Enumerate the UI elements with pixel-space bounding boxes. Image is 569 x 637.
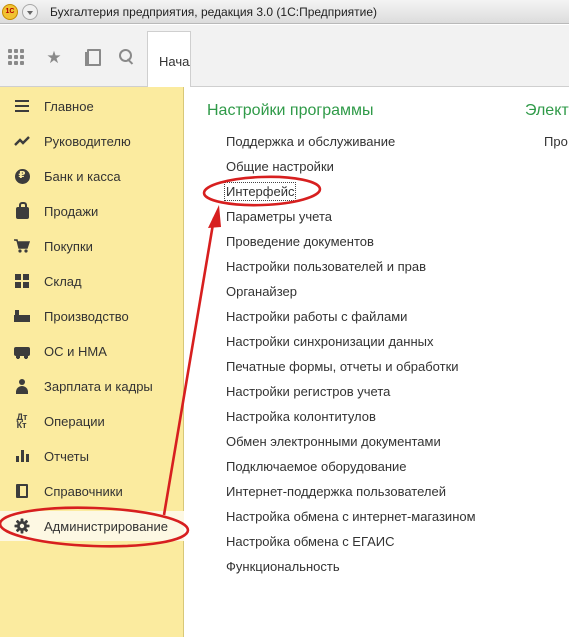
cart-icon	[14, 238, 30, 254]
link-document-posting[interactable]: Проведение документов	[226, 234, 374, 249]
section-title-program-settings: Настройки программы	[207, 102, 374, 119]
search-icon[interactable]	[117, 47, 137, 67]
link-functionality[interactable]: Функциональность	[226, 559, 340, 574]
sidebar-item-fixed-assets[interactable]: ОС и НМА	[0, 336, 184, 366]
sidebar-item-purchases[interactable]: Покупки	[0, 231, 184, 261]
sidebar-item-label: Справочники	[44, 483, 123, 499]
link-headers-footers[interactable]: Настройка колонтитулов	[226, 409, 376, 424]
settings-panel: Настройки программы Элект Про Поддержка …	[185, 87, 569, 637]
factory-icon	[14, 308, 30, 324]
link-accounting-parameters[interactable]: Параметры учета	[226, 209, 332, 224]
top-toolbar: ★ Начальная страница	[0, 25, 569, 88]
main-menu-dropdown-icon[interactable]	[22, 3, 38, 20]
sidebar-item-label: Операции	[44, 413, 105, 429]
sidebar-item-administration[interactable]: Администрирование	[0, 511, 184, 541]
link-interface[interactable]: Интерфейс	[223, 182, 297, 201]
sidebar-item-reports[interactable]: Отчеты	[0, 441, 184, 471]
link-right-column[interactable]: Про	[544, 134, 568, 149]
window-title: Бухгалтерия предприятия, редакция 3.0 (1…	[50, 4, 378, 19]
sidebar-item-label: Главное	[44, 98, 94, 114]
menu-icon	[14, 98, 30, 114]
link-online-support[interactable]: Интернет-поддержка пользователей	[226, 484, 446, 499]
operations-icon: Дт Кт	[16, 412, 28, 430]
star-icon[interactable]: ★	[44, 47, 64, 67]
sections-sidebar: Главное Руководителю ₽ Банк и касса Прод…	[0, 87, 184, 637]
link-organizer[interactable]: Органайзер	[226, 284, 297, 299]
link-print-forms[interactable]: Печатные формы, отчеты и обработки	[226, 359, 459, 374]
sidebar-item-label: Зарплата и кадры	[44, 378, 153, 394]
history-icon[interactable]	[82, 47, 102, 67]
link-data-sync[interactable]: Настройки синхронизации данных	[226, 334, 434, 349]
bar-chart-icon	[14, 448, 30, 464]
sidebar-item-label: Склад	[44, 273, 82, 289]
person-icon	[14, 378, 30, 394]
sidebar-item-operations[interactable]: Дт Кт Операции	[0, 406, 184, 436]
sidebar-item-label: Администрирование	[44, 518, 168, 534]
trend-icon	[14, 133, 30, 149]
link-registers[interactable]: Настройки регистров учета	[226, 384, 390, 399]
sidebar-item-label: ОС и НМА	[44, 343, 107, 359]
sidebar-item-label: Производство	[44, 308, 129, 324]
sidebar-item-sales[interactable]: Продажи	[0, 196, 184, 226]
link-users-rights[interactable]: Настройки пользователей и прав	[226, 259, 426, 274]
sidebar-item-label: Руководителю	[44, 133, 131, 149]
window-title-bar: 1С Бухгалтерия предприятия, редакция 3.0…	[0, 0, 569, 24]
link-egais-exchange[interactable]: Настройка обмена с ЕГАИС	[226, 534, 395, 549]
apps-grid-icon[interactable]	[6, 47, 26, 67]
sidebar-item-label: Отчеты	[44, 448, 89, 464]
link-file-settings[interactable]: Настройки работы с файлами	[226, 309, 407, 324]
sidebar-item-label: Банк и касса	[44, 168, 121, 184]
link-edi[interactable]: Обмен электронными документами	[226, 434, 441, 449]
sidebar-item-main[interactable]: Главное	[0, 91, 184, 121]
sidebar-item-manager[interactable]: Руководителю	[0, 126, 184, 156]
sidebar-item-salary[interactable]: Зарплата и кадры	[0, 371, 184, 401]
ruble-coin-icon: ₽	[14, 168, 30, 184]
sidebar-item-label: Покупки	[44, 238, 93, 254]
sidebar-item-bank[interactable]: ₽ Банк и касса	[0, 161, 184, 191]
sidebar-item-catalogs[interactable]: Справочники	[0, 476, 184, 506]
app-logo-icon[interactable]: 1С	[2, 3, 18, 20]
book-icon	[14, 483, 30, 499]
sidebar-item-label: Продажи	[44, 203, 99, 219]
sidebar-item-production[interactable]: Производство	[0, 301, 184, 331]
gear-icon	[14, 518, 30, 534]
link-webshop-exchange[interactable]: Настройка обмена с интернет-магазином	[226, 509, 476, 524]
shopping-bag-icon	[14, 202, 30, 219]
tab-home-page[interactable]: Начальная страница	[147, 31, 191, 88]
section-title-electronic: Элект	[525, 102, 569, 119]
link-general-settings[interactable]: Общие настройки	[226, 159, 334, 174]
link-support[interactable]: Поддержка и обслуживание	[226, 134, 395, 149]
warehouse-icon	[14, 273, 30, 289]
link-equipment[interactable]: Подключаемое оборудование	[226, 459, 407, 474]
sidebar-item-warehouse[interactable]: Склад	[0, 266, 184, 296]
vehicle-icon	[14, 343, 30, 359]
